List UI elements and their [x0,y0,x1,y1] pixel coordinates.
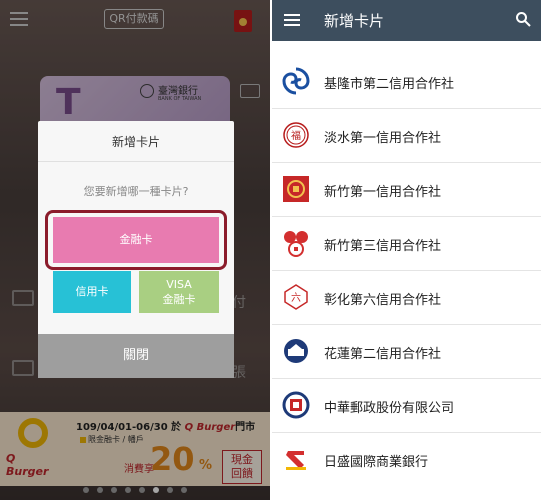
list-item[interactable]: 中華郵政股份有限公司 [272,379,541,433]
list-item[interactable]: 花蓮第二信用合作社 [272,325,541,379]
swirl-logo-icon [282,67,310,95]
bank-name: 中華郵政股份有限公司 [324,401,455,416]
svg-text:六: 六 [291,292,301,304]
bank-name: 新竹第一信用合作社 [324,185,442,200]
credit-card-button[interactable]: 信用卡 [53,271,131,313]
background-app-screen: QR付款碼 T 臺灣銀行 BANK OF TAIWAN 付 張 Q Burger… [0,0,270,500]
liu-seal-icon: 六 [284,284,308,310]
search-icon[interactable] [515,11,531,27]
app-bar: 新增卡片 [272,0,541,41]
svg-text:福: 福 [291,129,301,142]
dialog-divider [38,161,234,162]
jihsun-logo-icon [286,451,306,470]
add-card-screen: 新增卡片 基隆市第二信用合作社 福 淡水第一信用合作社 新竹第一信用合作社 新竹… [272,0,541,500]
menu-icon[interactable] [284,14,300,27]
post-logo-icon [282,391,310,419]
dialog-title: 新增卡片 [111,135,160,149]
debit-card-button[interactable]: 金融卡 [53,217,219,263]
list-item[interactable]: 日盛國際商業銀行 [272,433,541,487]
bank-name: 基隆市第二信用合作社 [324,77,455,92]
close-button[interactable]: 關閉 [38,334,234,378]
fu-seal-icon: 福 [283,122,309,148]
bank-name: 日盛國際商業銀行 [324,455,429,470]
bank-name: 彰化第六信用合作社 [324,293,442,308]
bank-name: 淡水第一信用合作社 [324,131,442,146]
page-title: 新增卡片 [324,12,385,30]
list-item[interactable]: 六 彰化第六信用合作社 [272,271,541,325]
visa-debit-card-button[interactable]: VISA 金融卡 [139,271,219,313]
add-card-dialog: 新增卡片 您要新增哪一種卡片? 金融卡 信用卡 VISA 金融卡 關閉 [38,121,234,378]
coin-logo-icon [284,231,308,257]
visa-sublabel: 金融卡 [162,293,196,306]
bank-list: 基隆市第二信用合作社 福 淡水第一信用合作社 新竹第一信用合作社 新竹第三信用合… [272,55,541,487]
red-square-logo-icon [283,176,309,202]
dialog-question: 您要新增哪一種卡片? [83,185,189,198]
bank-name: 花蓮第二信用合作社 [324,347,442,362]
list-item[interactable]: 基隆市第二信用合作社 [272,55,541,109]
visa-label: VISA [166,278,192,291]
list-item[interactable]: 新竹第三信用合作社 [272,217,541,271]
list-item[interactable]: 福 淡水第一信用合作社 [272,109,541,163]
bank-name: 新竹第三信用合作社 [324,239,442,254]
list-item[interactable]: 新竹第一信用合作社 [272,163,541,217]
circle-bank-logo-icon [284,339,308,363]
